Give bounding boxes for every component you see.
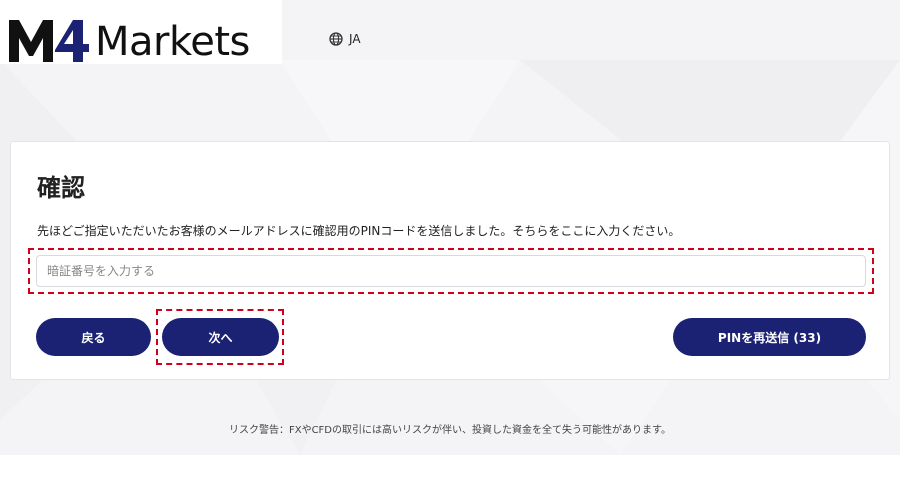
resend-pin-button[interactable]: PINを再送信 (33) xyxy=(673,318,866,356)
verification-card: 確認 先ほどご指定いただいたお客様のメールアドレスに確認用のPINコードを送信し… xyxy=(10,141,890,380)
language-label: JA xyxy=(349,32,361,46)
language-selector[interactable]: JA xyxy=(329,32,361,46)
instruction-text: 先ほどご指定いただいたお客様のメールアドレスに確認用のPINコードを送信しました… xyxy=(37,224,681,238)
logo-wordmark: Markets xyxy=(95,19,250,65)
risk-warning: リスク警告：FXやCFDの取引には高いリスクが伴い、投資した資金を全て失う可能性… xyxy=(228,425,672,436)
page-title: 確認 xyxy=(37,174,85,202)
pin-code-input[interactable] xyxy=(36,255,866,287)
m4markets-logo[interactable]: Markets xyxy=(9,16,250,64)
m4-logo-mark-icon xyxy=(9,20,89,62)
back-button[interactable]: 戻る xyxy=(36,318,151,356)
globe-icon xyxy=(329,32,343,46)
footer-band xyxy=(0,455,900,493)
next-button[interactable]: 次へ xyxy=(162,318,279,356)
